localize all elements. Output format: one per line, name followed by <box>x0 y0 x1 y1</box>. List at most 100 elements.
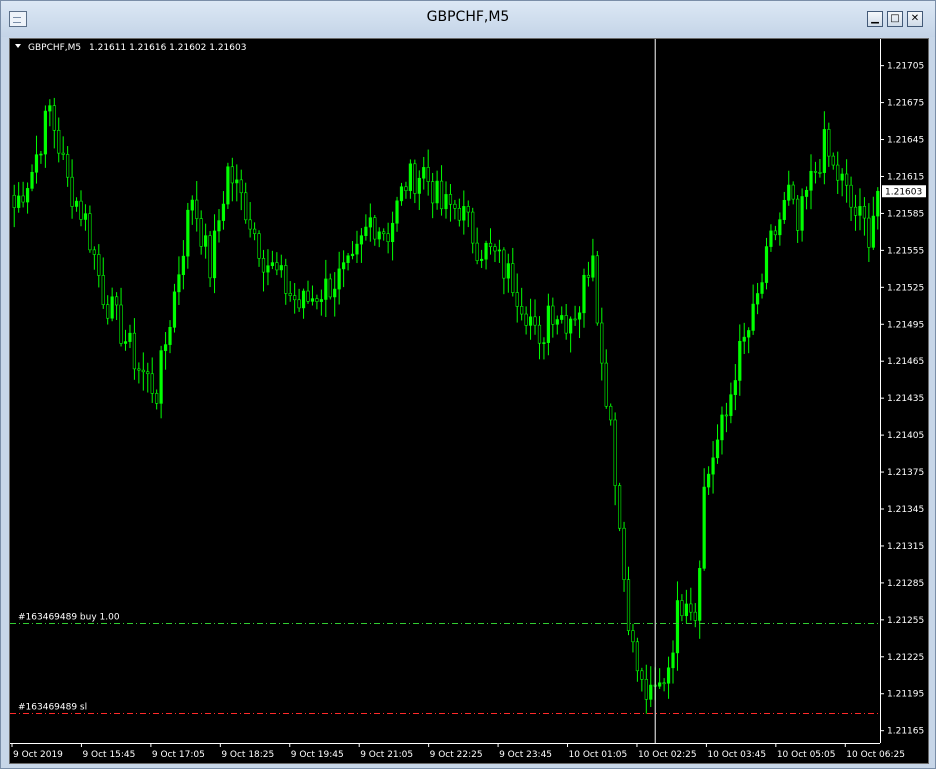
candle-body <box>742 336 746 342</box>
candle-body <box>867 217 871 248</box>
candle-body <box>876 190 880 217</box>
candle-body <box>822 129 826 173</box>
candle-body <box>34 154 39 173</box>
candle-body <box>466 206 470 213</box>
candle-body <box>48 105 52 112</box>
candle-body <box>671 652 675 669</box>
candle-body <box>92 249 96 255</box>
candle-body <box>640 670 644 680</box>
candle-body <box>622 527 626 580</box>
time-tick-label: 9 Oct 15:45 <box>82 750 135 760</box>
candle-body <box>21 195 25 203</box>
candle-body <box>275 262 279 271</box>
candle-body <box>680 600 684 617</box>
time-tick-label: 10 Oct 02:25 <box>638 750 697 760</box>
candle-body <box>528 316 533 326</box>
close-button[interactable]: ✕ <box>907 11 923 27</box>
candle-body <box>431 181 435 204</box>
candle-body <box>12 194 16 208</box>
candle-body <box>733 380 737 396</box>
candle-body <box>115 296 119 306</box>
candle-body <box>613 419 617 486</box>
candle-body <box>368 217 372 228</box>
candle-body <box>787 184 791 201</box>
candle-body <box>328 278 332 298</box>
candle-body <box>729 394 733 416</box>
candle-body <box>600 322 604 364</box>
candle-body <box>511 263 515 293</box>
candle-body <box>831 155 835 166</box>
candle-body <box>462 206 466 221</box>
candle-body <box>373 217 377 240</box>
candle-body <box>208 235 212 279</box>
candle-body <box>417 177 421 194</box>
chart-area[interactable]: #163469489 buy 1.00 #163469489 sl 1.21705… <box>9 38 929 764</box>
candle-body <box>74 200 79 207</box>
ohlc-values: 1.21611 1.21616 1.21602 1.21603 <box>89 43 246 53</box>
candle-body <box>101 275 105 305</box>
candle-body <box>506 263 510 279</box>
candle-body <box>342 262 346 270</box>
title-bar[interactable]: GBPCHF,M5 ▁ □ ✕ <box>1 1 935 37</box>
candle-body <box>720 414 724 441</box>
candle-body <box>689 603 693 613</box>
candle-body <box>711 457 715 475</box>
price-chart[interactable]: #163469489 buy 1.00 #163469489 sl 1.21705… <box>10 39 928 763</box>
price-tick-label: 1.21585 <box>887 209 924 219</box>
candle-body <box>426 167 430 182</box>
candle-body <box>66 154 70 178</box>
candle-body <box>364 226 368 236</box>
candle-body <box>457 208 461 221</box>
candle-body <box>631 630 635 643</box>
candle-body <box>261 258 266 273</box>
candle-body <box>150 373 154 394</box>
price-scale[interactable]: 1.21705 1.21675 1.21645 1.21615 1.21585 1.215… <box>880 62 926 737</box>
candle-body <box>221 203 226 221</box>
candle-body <box>230 166 234 184</box>
candles-layer <box>12 97 880 714</box>
time-tick-label: 10 Oct 03:45 <box>707 750 766 760</box>
candle-body <box>310 298 315 302</box>
candle-body <box>30 171 34 189</box>
candle-body <box>693 611 697 621</box>
candle-body <box>715 439 720 459</box>
price-tick-label: 1.21675 <box>887 99 924 109</box>
price-tick-label: 1.21645 <box>887 136 924 146</box>
price-tick-label: 1.21525 <box>887 283 924 293</box>
candle-body <box>137 368 141 371</box>
time-scale[interactable]: 9 Oct 2019 9 Oct 15:45 9 Oct 17:05 9 Oct 18… <box>11 743 905 760</box>
candle-body <box>582 274 586 314</box>
window-title: GBPCHF,M5 <box>426 9 510 25</box>
candle-body <box>515 292 519 307</box>
candle-body <box>595 255 599 324</box>
candle-body <box>635 641 640 672</box>
candle-body <box>146 371 150 375</box>
candle-body <box>760 282 764 294</box>
candle-body <box>778 219 782 236</box>
minimize-button[interactable]: ▁ <box>867 11 883 27</box>
candle-body <box>577 312 582 320</box>
candle-body <box>359 235 364 245</box>
time-tick-label: 10 Oct 01:05 <box>569 750 628 760</box>
candle-body <box>493 246 497 252</box>
candle-body <box>524 313 528 326</box>
price-tick-label: 1.21195 <box>887 690 924 700</box>
candle-body <box>809 170 813 191</box>
candle-body <box>702 486 706 569</box>
price-tick-label: 1.21465 <box>887 357 924 367</box>
candle-body <box>542 342 546 344</box>
symbol-dropdown-icon[interactable] <box>15 44 21 48</box>
candle-body <box>782 199 786 220</box>
candle-body <box>471 211 475 244</box>
candle-body <box>159 350 163 404</box>
candle-body <box>591 255 595 278</box>
candle-body <box>448 194 453 205</box>
candle-body <box>301 290 306 309</box>
candle-body <box>609 405 613 421</box>
candle-body <box>132 332 137 370</box>
candle-body <box>324 278 328 300</box>
price-tick-label: 1.21405 <box>887 431 924 441</box>
price-tick-label: 1.21345 <box>887 505 924 515</box>
maximize-button[interactable]: □ <box>887 11 903 27</box>
candle-body <box>444 194 448 210</box>
